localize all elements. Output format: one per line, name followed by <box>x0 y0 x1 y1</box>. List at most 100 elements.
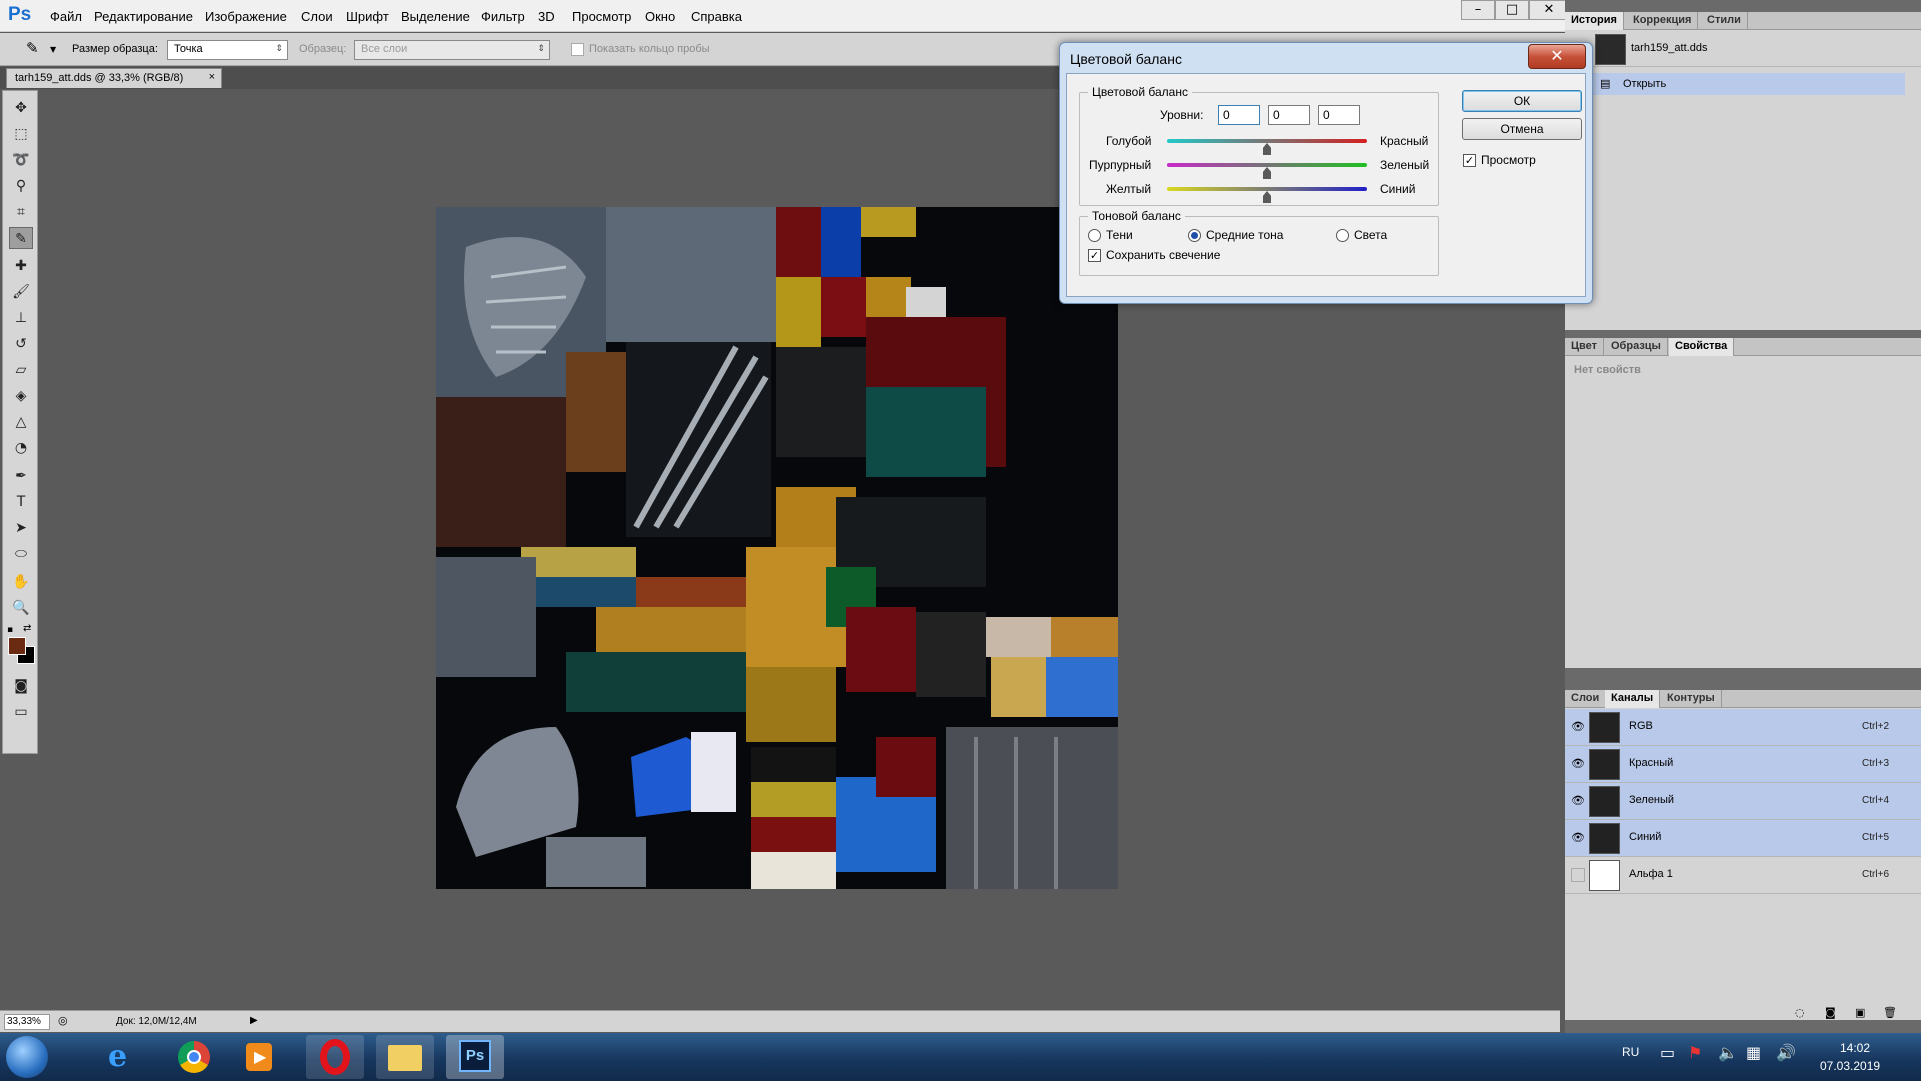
tab-history[interactable]: История <box>1565 12 1624 30</box>
pen-tool-icon[interactable]: ✒ <box>9 465 33 487</box>
clock-time[interactable]: 14:02 <box>1840 1041 1870 1055</box>
level-cyan-red-input[interactable] <box>1218 105 1260 125</box>
network-display-icon[interactable]: ▭ <box>1660 1043 1675 1062</box>
load-selection-icon[interactable]: ◌ <box>1795 1006 1805 1019</box>
paint-bucket-tool-icon[interactable]: ◈ <box>9 385 33 407</box>
menu-help[interactable]: Справка <box>691 9 742 24</box>
tone-midtones-radio[interactable] <box>1188 229 1201 242</box>
network-icon[interactable]: ▦ <box>1746 1043 1761 1062</box>
preserve-luminosity-checkbox[interactable]: ✓ <box>1088 249 1101 262</box>
healing-brush-tool-icon[interactable]: ✚ <box>9 255 33 277</box>
minimize-button[interactable]: – <box>1461 0 1495 20</box>
eyedropper-tool-preset-icon[interactable]: ✎ <box>26 39 39 57</box>
type-tool-icon[interactable]: T <box>9 491 33 513</box>
action-center-icon[interactable]: ⚑ <box>1688 1043 1702 1062</box>
chrome-icon[interactable] <box>164 1035 222 1079</box>
menu-edit[interactable]: Редактирование <box>94 9 193 24</box>
menu-view[interactable]: Просмотр <box>572 9 631 24</box>
path-selection-tool-icon[interactable]: ➤ <box>9 517 33 539</box>
magenta-green-slider-thumb[interactable] <box>1263 167 1271 179</box>
tab-styles[interactable]: Стили <box>1701 12 1748 30</box>
media-player-icon[interactable]: ▶ <box>230 1035 288 1079</box>
history-brush-tool-icon[interactable]: ↺ <box>9 333 33 355</box>
blur-tool-icon[interactable]: △ <box>9 411 33 433</box>
swap-colors-icon[interactable]: ⇄ <box>23 623 35 635</box>
tone-shadows-radio[interactable] <box>1088 229 1101 242</box>
texture-image[interactable] <box>436 207 1118 889</box>
volume-icon[interactable]: 🔈 <box>1718 1043 1738 1062</box>
language-indicator[interactable]: RU <box>1622 1045 1639 1059</box>
status-menu-arrow-icon[interactable]: ▶ <box>250 1015 258 1026</box>
channel-row-green[interactable]: 👁 Зеленый Ctrl+4 <box>1565 783 1921 820</box>
channel-row-blue[interactable]: 👁 Синий Ctrl+5 <box>1565 820 1921 857</box>
menu-window[interactable]: Окно <box>645 9 675 24</box>
trash-icon[interactable]: 🗑 <box>1883 1006 1897 1019</box>
level-yellow-blue-input[interactable] <box>1318 105 1360 125</box>
window-close-button[interactable]: ✕ <box>1529 0 1569 20</box>
zoom-tool-icon[interactable]: 🔍 <box>9 597 33 619</box>
sample-size-select[interactable]: Точка ⇕ <box>167 40 288 60</box>
cancel-button[interactable]: Отмена <box>1462 118 1582 140</box>
explorer-folder-icon[interactable] <box>376 1035 434 1079</box>
screen-mode-icon[interactable]: ▭ <box>9 701 33 723</box>
tab-color[interactable]: Цвет <box>1565 338 1605 356</box>
channel-row-rgb[interactable]: 👁 RGB Ctrl+2 <box>1565 709 1921 746</box>
marquee-tool-icon[interactable]: ⬚ <box>9 123 33 145</box>
menu-select[interactable]: Выделение <box>401 9 470 24</box>
crop-tool-icon[interactable]: ⌗ <box>9 201 33 223</box>
menu-filter[interactable]: Фильтр <box>481 9 525 24</box>
preview-checkbox[interactable]: ✓ <box>1463 154 1476 167</box>
dialog-close-button[interactable]: ✕ <box>1528 44 1586 69</box>
yellow-blue-slider-track[interactable] <box>1167 187 1367 191</box>
zoom-level-field[interactable]: 33,33% <box>4 1014 50 1030</box>
default-colors-icon[interactable]: ▪ <box>7 625 17 635</box>
eye-icon[interactable]: 👁 <box>1571 720 1585 734</box>
menu-file[interactable]: Файл <box>50 9 82 24</box>
eyedropper-tool-icon[interactable]: ✎ <box>9 227 33 249</box>
magenta-green-slider-track[interactable] <box>1167 163 1367 167</box>
ok-button[interactable]: ОК <box>1462 90 1582 112</box>
visibility-box[interactable] <box>1571 868 1585 882</box>
tone-highlights-radio[interactable] <box>1336 229 1349 242</box>
move-tool-icon[interactable]: ✥ <box>9 97 33 119</box>
clone-stamp-tool-icon[interactable]: ⊥ <box>9 307 33 329</box>
tab-paths[interactable]: Контуры <box>1661 690 1722 708</box>
cyan-red-slider-track[interactable] <box>1167 139 1367 143</box>
close-tab-icon[interactable]: × <box>209 71 215 83</box>
hand-tool-icon[interactable]: ✋ <box>9 571 33 593</box>
quick-mask-icon[interactable]: ◙ <box>9 675 33 697</box>
lasso-tool-icon[interactable]: ➰ <box>9 149 33 171</box>
document-tab[interactable]: tarh159_att.dds @ 33,3% (RGB/8) × <box>6 68 222 88</box>
history-item[interactable]: ▤ Открыть <box>1565 73 1905 95</box>
quick-selection-tool-icon[interactable]: ⚲ <box>9 175 33 197</box>
status-info-icon[interactable]: ◎ <box>58 1014 68 1027</box>
dodge-tool-icon[interactable]: ◔ <box>9 437 33 459</box>
clock-date[interactable]: 07.03.2019 <box>1820 1059 1880 1073</box>
channel-row-red[interactable]: 👁 Красный Ctrl+3 <box>1565 746 1921 783</box>
chevron-down-icon[interactable]: ▼ <box>50 45 56 54</box>
tab-swatches[interactable]: Образцы <box>1605 338 1668 356</box>
save-selection-icon[interactable]: ◙ <box>1825 1006 1836 1019</box>
brush-tool-icon[interactable]: 🖌 <box>9 281 33 303</box>
menu-type[interactable]: Шрифт <box>346 9 389 24</box>
eye-icon[interactable]: 👁 <box>1571 831 1585 845</box>
tab-adjustments[interactable]: Коррекция <box>1627 12 1699 30</box>
foreground-color-swatch[interactable] <box>8 637 26 655</box>
eye-icon[interactable]: 👁 <box>1571 757 1585 771</box>
speaker-icon[interactable]: 🔊 <box>1776 1043 1796 1062</box>
channel-row-alpha[interactable]: Альфа 1 Ctrl+6 <box>1565 857 1921 894</box>
show-ring-checkbox[interactable] <box>571 43 584 56</box>
tab-layers[interactable]: Слои <box>1565 690 1607 708</box>
ellipse-tool-icon[interactable]: ⬭ <box>9 543 33 565</box>
sample-layers-select[interactable]: Все слои ⇕ <box>354 40 550 60</box>
maximize-button[interactable]: □ <box>1495 0 1529 20</box>
internet-explorer-icon[interactable]: e <box>96 1035 154 1079</box>
menu-3d[interactable]: 3D <box>538 9 555 24</box>
new-channel-icon[interactable]: ▣ <box>1855 1006 1865 1019</box>
photoshop-taskbar-icon[interactable]: Ps <box>446 1035 504 1079</box>
yellow-blue-slider-thumb[interactable] <box>1263 191 1271 203</box>
eraser-tool-icon[interactable]: ▱ <box>9 359 33 381</box>
opera-icon[interactable] <box>306 1035 364 1079</box>
cyan-red-slider-thumb[interactable] <box>1263 143 1271 155</box>
tab-channels[interactable]: Каналы <box>1605 690 1661 708</box>
